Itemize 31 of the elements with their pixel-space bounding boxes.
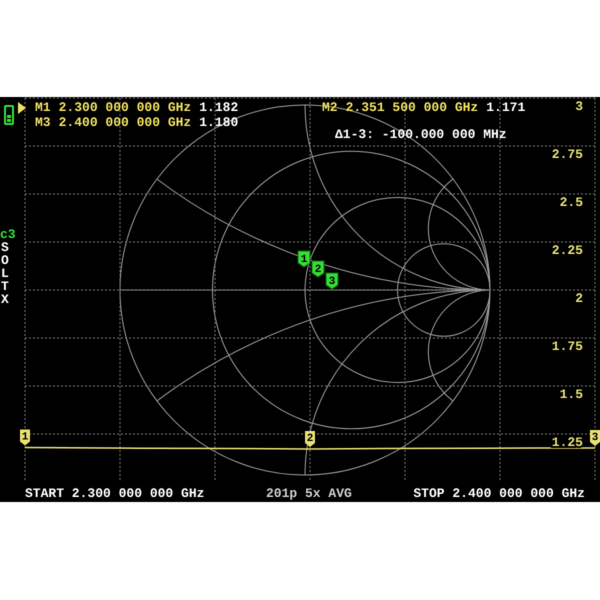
calibration-label: c3	[0, 228, 16, 241]
axis-tick-label: 2	[575, 291, 583, 306]
calibration-letter: X	[0, 293, 9, 306]
marker-label: M1	[35, 100, 51, 115]
sweep-start: START 2.300 000 000 GHz	[25, 486, 204, 501]
marker-frequency: 2.300 000 000 GHz	[58, 100, 192, 115]
marker-frequency: 2.351 500 000 GHz	[346, 100, 478, 115]
smith-marker: 1	[298, 250, 310, 268]
axis-tick-label: 2.5	[560, 195, 583, 210]
calibration-letter: O	[0, 254, 9, 267]
marker-label: M3	[35, 115, 51, 130]
axis-tick-label: 2.25	[552, 243, 583, 258]
calibration-letter: T	[0, 280, 9, 293]
battery-icon	[4, 105, 14, 125]
smith-marker: 2	[312, 260, 324, 278]
axis-tick-label: 2.75	[552, 147, 583, 162]
trace-marker: 2	[305, 430, 315, 447]
axis-tick-label: 3	[575, 99, 583, 114]
marker-value: 1.182	[199, 100, 238, 115]
sweep-stop: STOP 2.400 000 000 GHz	[413, 486, 585, 501]
sweep-points: 201p 5x AVG	[266, 486, 352, 501]
axis-tick-label: 1.75	[552, 339, 583, 354]
smith-marker: 3	[326, 272, 338, 290]
trace-marker: 3	[590, 430, 600, 446]
axis-tick-label: 1.25	[552, 435, 583, 450]
calibration-letter: L	[0, 267, 9, 280]
axis-tick-label: 1.5	[560, 387, 583, 402]
marker-value: 1.171	[486, 100, 526, 115]
trace-marker: 1	[20, 429, 30, 446]
calibration-letter: S	[0, 241, 9, 254]
marker-frequency: 2.400 000 000 GHz	[58, 115, 192, 130]
